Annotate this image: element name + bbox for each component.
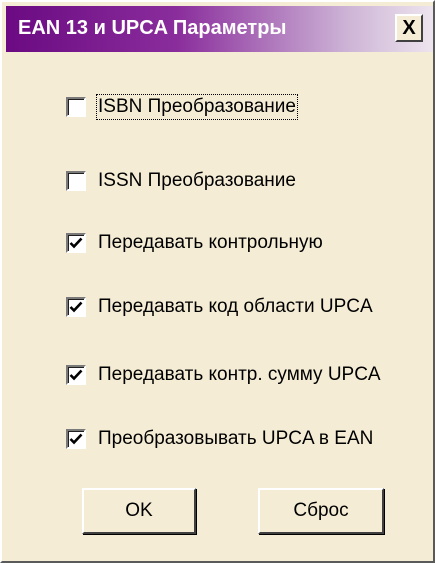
option-issn-conversion[interactable]: ISSN Преобразование bbox=[66, 168, 296, 194]
checkmark-icon bbox=[69, 433, 83, 445]
transmit-check-digit-checkbox[interactable] bbox=[66, 233, 86, 253]
option-transmit-upca-checksum[interactable]: Передавать контр. сумму UPCA bbox=[66, 362, 381, 388]
transmit-upca-system-code-checkbox[interactable] bbox=[66, 297, 86, 317]
isbn-checkbox[interactable] bbox=[66, 97, 86, 117]
option-label: Передавать контр. сумму UPCA bbox=[98, 364, 381, 385]
checkmark-icon bbox=[69, 369, 83, 381]
reset-button-label: Сброс bbox=[293, 500, 349, 521]
convert-upca-to-ean-checkbox[interactable] bbox=[66, 429, 86, 449]
option-transmit-check-digit[interactable]: Передавать контрольную bbox=[66, 230, 323, 256]
close-button[interactable]: X bbox=[395, 14, 423, 42]
checkmark-icon bbox=[69, 301, 83, 313]
ok-button[interactable]: OK bbox=[82, 488, 196, 534]
checkmark-icon bbox=[69, 237, 83, 249]
option-label: ISBN Преобразование bbox=[96, 94, 298, 120]
option-label: Передавать код области UPCA bbox=[98, 296, 373, 317]
reset-button[interactable]: Сброс bbox=[258, 488, 384, 534]
option-isbn-conversion[interactable]: ISBN Преобразование bbox=[66, 94, 298, 120]
option-label: Преобразовывать UPCA в EAN bbox=[98, 428, 374, 449]
option-label: Передавать контрольную bbox=[98, 232, 323, 253]
dialog-title: EAN 13 и UPCA Параметры bbox=[18, 17, 287, 39]
ok-button-label: OK bbox=[125, 500, 153, 521]
issn-checkbox[interactable] bbox=[66, 171, 86, 191]
option-convert-upca-to-ean[interactable]: Преобразовывать UPCA в EAN bbox=[66, 426, 373, 452]
title-bar[interactable]: EAN 13 и UPCA Параметры X bbox=[6, 6, 433, 52]
close-icon: X bbox=[402, 17, 416, 39]
dialog-window: EAN 13 и UPCA Параметры X ISBN Преобразо… bbox=[0, 0, 435, 563]
transmit-upca-checksum-checkbox[interactable] bbox=[66, 365, 86, 385]
option-label: ISSN Преобразование bbox=[98, 170, 296, 191]
option-transmit-upca-system-code[interactable]: Передавать код области UPCA bbox=[66, 294, 373, 320]
